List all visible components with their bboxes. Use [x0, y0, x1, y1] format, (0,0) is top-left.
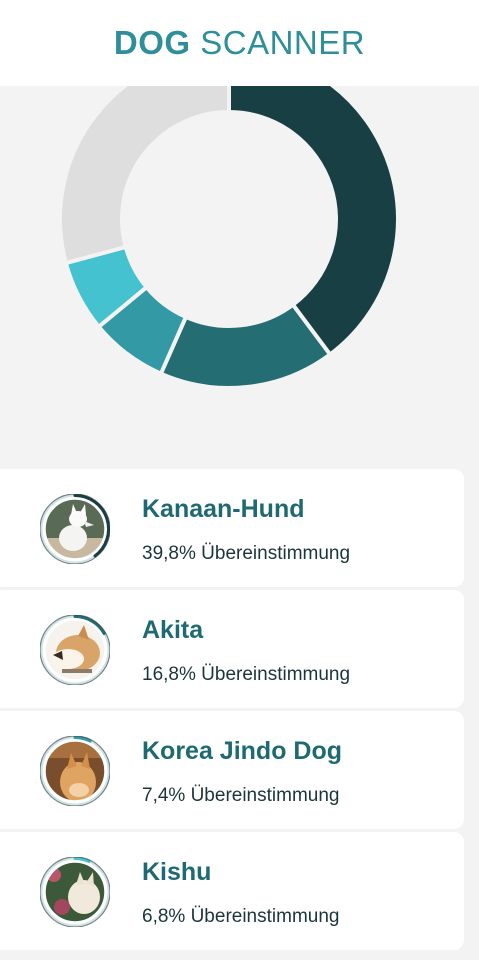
breed-avatar	[40, 615, 110, 685]
kishu-dog-photo-icon	[40, 857, 110, 927]
breed-match-donut-chart	[58, 86, 400, 390]
donut-slice-kanaan-hund	[227, 86, 400, 358]
app-header: DOG SCANNER	[0, 0, 479, 86]
match-chart-area	[0, 86, 479, 466]
result-card-akita[interactable]: Akita 16,8% Übereinstimmung	[0, 590, 464, 708]
jindo-dog-photo-icon	[40, 736, 110, 806]
breed-name: Kanaan-Hund	[142, 495, 305, 523]
result-card-korea-jindo-dog[interactable]: Korea Jindo Dog 7,4% Übereinstimmung	[0, 711, 464, 829]
app-title: DOG SCANNER	[114, 24, 365, 62]
breed-name: Akita	[142, 616, 204, 644]
breed-avatar	[40, 494, 110, 564]
breed-avatar	[40, 857, 110, 927]
app-title-regular: SCANNER	[200, 24, 366, 61]
white-dog-photo-icon	[40, 494, 110, 564]
breed-name: Korea Jindo Dog	[142, 737, 343, 765]
breed-avatar	[40, 736, 110, 806]
breed-name: Kishu	[142, 858, 212, 886]
donut-slice-rest	[58, 86, 231, 266]
app-title-bold: DOG	[113, 24, 191, 61]
akita-dog-photo-icon	[40, 615, 110, 685]
match-percentage: 16,8% Übereinstimmung	[142, 664, 351, 685]
result-card-kishu[interactable]: Kishu 6,8% Übereinstimmung	[0, 832, 464, 950]
match-percentage: 6,8% Übereinstimmung	[142, 906, 340, 927]
match-percentage: 39,8% Übereinstimmung	[142, 543, 351, 564]
result-card-kanaan-hund[interactable]: Kanaan-Hund 39,8% Übereinstimmung	[0, 469, 464, 587]
match-percentage: 7,4% Übereinstimmung	[142, 785, 340, 806]
